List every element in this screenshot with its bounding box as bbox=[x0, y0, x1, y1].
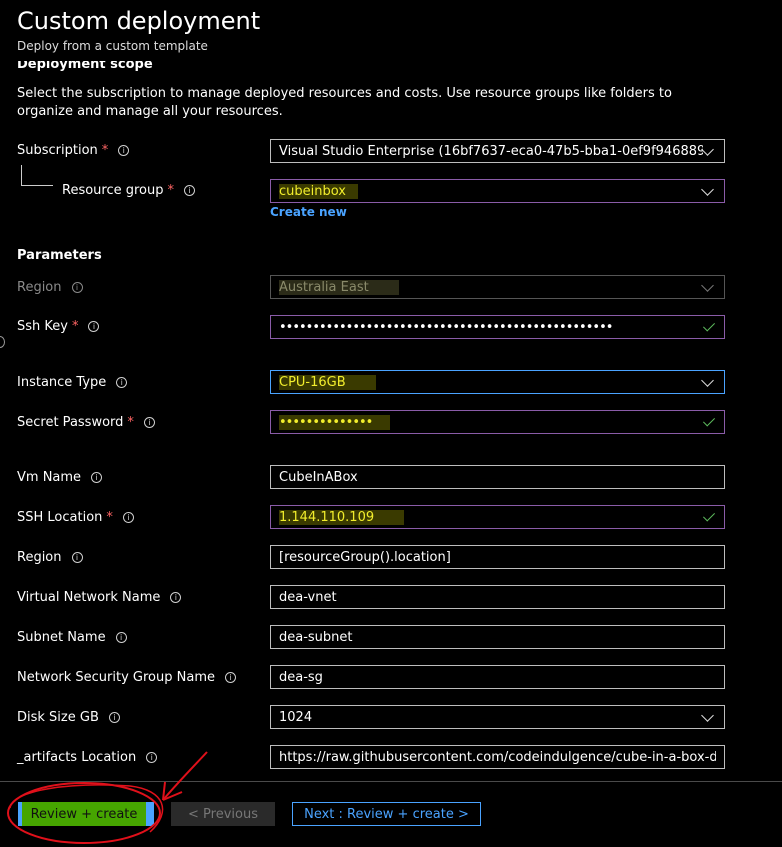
ssh-key-label: Ssh Key * i bbox=[17, 319, 100, 334]
next-review-create-button[interactable]: Next : Review + create > bbox=[292, 802, 481, 826]
ssh-location-label-text: SSH Location bbox=[17, 510, 103, 525]
subscription-value: Visual Studio Enterprise (16bf7637-eca0-… bbox=[279, 143, 703, 159]
region-select: Australia East bbox=[270, 275, 725, 299]
chevron-down-icon bbox=[701, 278, 714, 292]
secret-password-label: Secret Password * i bbox=[17, 415, 155, 430]
artifacts-value: https://raw.githubusercontent.com/codein… bbox=[279, 749, 716, 765]
annotation-arrow-shaft bbox=[162, 751, 208, 801]
artifacts-label-text: _artifacts Location bbox=[17, 750, 137, 765]
scroll-handle[interactable] bbox=[0, 336, 5, 348]
secret-password-label-text: Secret Password bbox=[17, 415, 124, 430]
info-icon[interactable]: i bbox=[115, 632, 127, 643]
subnet-name-value: dea-subnet bbox=[279, 629, 353, 645]
region-top-label: Region i bbox=[17, 280, 83, 295]
parameters-heading: Parameters bbox=[17, 248, 102, 263]
info-icon[interactable]: i bbox=[225, 672, 236, 683]
instance-type-select[interactable]: CPU-16GB bbox=[270, 370, 725, 394]
region-input[interactable]: [resourceGroup().location] bbox=[270, 545, 725, 569]
ssh-key-input[interactable]: ••••••••••••••••••••••••••••••••••••••••… bbox=[270, 315, 725, 339]
vm-name-input[interactable]: CubeInABox bbox=[270, 465, 725, 489]
resource-group-label-text: Resource group bbox=[62, 183, 164, 198]
chevron-down-icon bbox=[701, 142, 714, 156]
required-marker: * bbox=[167, 183, 175, 198]
info-icon[interactable]: i bbox=[170, 592, 182, 603]
subnet-name-label: Subnet Name i bbox=[17, 630, 127, 645]
region-label-text: Region bbox=[17, 550, 62, 565]
chevron-down-icon bbox=[701, 182, 714, 196]
info-icon: i bbox=[71, 282, 83, 293]
resource-group-value: cubeinbox bbox=[279, 183, 358, 199]
disk-size-value: 1024 bbox=[279, 709, 313, 725]
vnet-name-label-text: Virtual Network Name bbox=[17, 590, 161, 605]
secret-password-value: •••••••••••••• bbox=[279, 414, 391, 430]
region-top-value: Australia East bbox=[279, 279, 399, 295]
disk-size-select[interactable]: 1024 bbox=[270, 705, 725, 729]
instance-type-value: CPU-16GB bbox=[279, 374, 376, 390]
subscription-select[interactable]: Visual Studio Enterprise (16bf7637-eca0-… bbox=[270, 139, 725, 163]
region-value: [resourceGroup().location] bbox=[279, 549, 451, 565]
required-marker: * bbox=[71, 319, 79, 334]
footer-divider bbox=[0, 781, 782, 782]
info-icon[interactable]: i bbox=[146, 752, 158, 763]
info-icon[interactable]: i bbox=[108, 712, 120, 723]
vnet-name-input[interactable]: dea-vnet bbox=[270, 585, 725, 609]
info-icon[interactable]: i bbox=[122, 512, 134, 523]
disk-size-label-text: Disk Size GB bbox=[17, 710, 99, 725]
info-icon[interactable]: i bbox=[184, 185, 196, 196]
subnet-name-input[interactable]: dea-subnet bbox=[270, 625, 725, 649]
chevron-down-icon bbox=[701, 708, 714, 722]
previous-button[interactable]: < Previous bbox=[171, 802, 275, 826]
tree-connector bbox=[21, 165, 53, 186]
ssh-key-label-text: Ssh Key bbox=[17, 319, 68, 334]
vm-name-label-text: Vm Name bbox=[17, 470, 82, 485]
nsg-name-label: Network Security Group Name i bbox=[17, 670, 236, 685]
vnet-name-label: Virtual Network Name i bbox=[17, 590, 182, 605]
ssh-location-value: 1.144.110.109 bbox=[279, 509, 405, 525]
info-icon[interactable]: i bbox=[71, 552, 83, 563]
vm-name-label: Vm Name i bbox=[17, 470, 103, 485]
create-new-link[interactable]: Create new bbox=[270, 205, 347, 219]
ssh-key-value: ••••••••••••••••••••••••••••••••••••••••… bbox=[279, 319, 613, 335]
chevron-down-icon bbox=[701, 373, 714, 387]
artifacts-input[interactable]: https://raw.githubusercontent.com/codein… bbox=[270, 745, 725, 769]
ssh-location-label: SSH Location * i bbox=[17, 510, 134, 525]
subnet-name-label-text: Subnet Name bbox=[17, 630, 106, 645]
info-icon[interactable]: i bbox=[91, 472, 103, 483]
subscription-label-text: Subscription bbox=[17, 143, 98, 158]
nsg-name-input[interactable]: dea-sg bbox=[270, 665, 725, 689]
vm-name-value: CubeInABox bbox=[279, 469, 358, 485]
page-subtitle: Deploy from a custom template bbox=[17, 39, 208, 53]
region-top-label-text: Region bbox=[17, 280, 62, 295]
page-title: Custom deployment bbox=[17, 7, 261, 35]
required-marker: * bbox=[127, 415, 134, 430]
subscription-label: Subscription * i bbox=[17, 143, 130, 158]
review-create-button[interactable]: Review + create bbox=[18, 802, 154, 826]
ssh-location-input[interactable]: 1.144.110.109 bbox=[270, 505, 725, 529]
required-marker: * bbox=[101, 143, 109, 158]
scope-description: Select the subscription to manage deploy… bbox=[17, 86, 672, 119]
region-label: Region i bbox=[17, 550, 83, 565]
deployment-scope-heading: Deployment scope bbox=[17, 57, 153, 72]
info-icon[interactable]: i bbox=[88, 321, 100, 332]
instance-type-label-text: Instance Type bbox=[17, 375, 107, 390]
info-icon[interactable]: i bbox=[118, 145, 130, 156]
resource-group-select[interactable]: cubeinbox bbox=[270, 179, 725, 203]
resource-group-label: Resource group * i bbox=[62, 183, 196, 198]
page-header: Custom deployment Deploy from a custom t… bbox=[17, 6, 260, 53]
annotation-arrow-head bbox=[162, 781, 183, 801]
info-icon[interactable]: i bbox=[143, 417, 155, 428]
info-icon[interactable]: i bbox=[116, 377, 128, 388]
required-marker: * bbox=[106, 510, 113, 525]
artifacts-label: _artifacts Location i bbox=[17, 750, 158, 765]
nsg-name-value: dea-sg bbox=[279, 669, 323, 685]
disk-size-label: Disk Size GB i bbox=[17, 710, 120, 725]
nsg-name-label-text: Network Security Group Name bbox=[17, 670, 215, 685]
secret-password-input[interactable]: •••••••••••••• bbox=[270, 410, 725, 434]
instance-type-label: Instance Type i bbox=[17, 375, 128, 390]
vnet-name-value: dea-vnet bbox=[279, 589, 337, 605]
